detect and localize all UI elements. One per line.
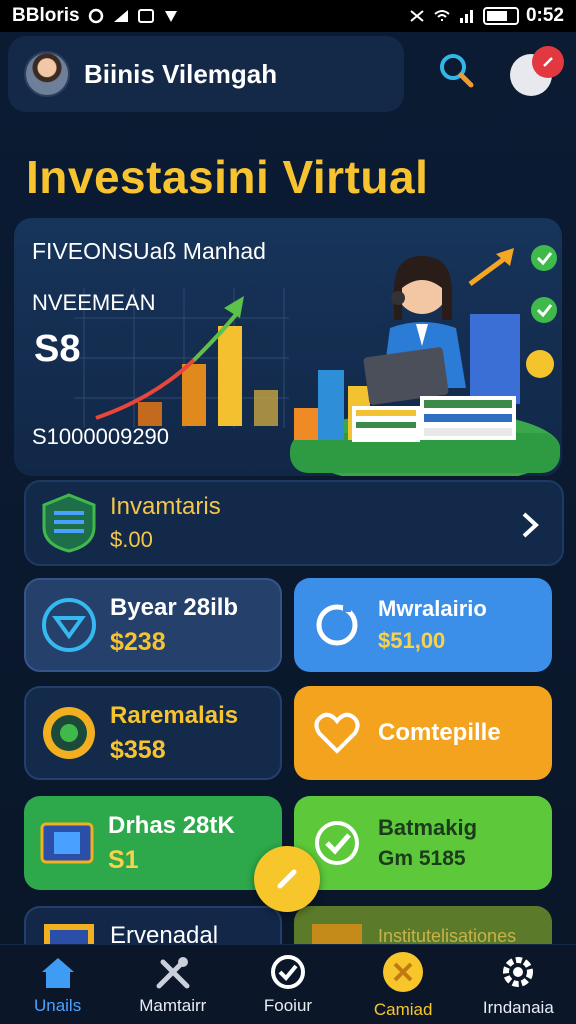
nav-item-check[interactable]: Fooiur [233, 954, 343, 1016]
card-1-value: $238 [110, 627, 166, 656]
shield-list-icon [40, 493, 98, 553]
featured-value: $.00 [110, 527, 153, 552]
coin-icon [383, 951, 424, 992]
card-1-label: Byear 28ilb [110, 593, 239, 621]
investor-illustration [290, 245, 560, 476]
investment-card-5[interactable]: Drhas 28tK S1 [24, 796, 282, 890]
nav-item-settings[interactable]: Irndanaia [463, 952, 573, 1018]
card-5-value: S1 [108, 845, 139, 874]
nav-label-settings: Irndanaia [482, 997, 554, 1017]
check-circle-icon [270, 954, 305, 989]
investment-card-4[interactable]: Comtepille [294, 686, 552, 780]
hero-title: FIVEONSUaß Manhad [32, 238, 266, 264]
sync-icon [88, 8, 103, 24]
investment-card-6[interactable]: Batmakig Gm 5185 [294, 796, 552, 890]
gear-icon [503, 956, 534, 987]
bottom-navigation: Unails Mamtairr Fooiur Camiad Irndanaia [0, 944, 576, 1024]
gear-chip-icon [40, 704, 98, 762]
home-icon [41, 957, 74, 988]
search-button[interactable] [436, 50, 476, 90]
card-5-label: Drhas 28tK [108, 811, 235, 839]
status-bar: BBloris 0:52 [0, 0, 576, 32]
header-title: Biinis Vilemgah [84, 58, 278, 89]
card-6-value: Gm 5185 [378, 847, 466, 870]
clock: 0:52 [525, 5, 564, 26]
avatar[interactable] [24, 51, 70, 97]
search-icon [440, 54, 474, 88]
featured-label: Invamtaris [110, 493, 221, 520]
check-icon [308, 814, 366, 872]
signal-small-icon [113, 10, 128, 22]
app-header: Biinis Vilemgah [8, 36, 404, 112]
card-6-label: Batmakig [378, 815, 478, 840]
nav-label-coin: Camiad [373, 999, 433, 1019]
card-4-label: Comtepille [378, 719, 501, 746]
card-3-label: Raremalais [110, 701, 239, 729]
circle-icon [308, 596, 366, 654]
chip-icon [38, 814, 96, 872]
featured-investment-card[interactable]: Invamtaris $.00 [24, 480, 564, 566]
nav-label-check: Fooiur [263, 995, 313, 1015]
edit-fab-button[interactable] [254, 846, 320, 912]
nav-item-home[interactable]: Unails [3, 954, 113, 1016]
nav-label-home: Unails [33, 995, 82, 1015]
card-2-value: $51,00 [378, 628, 446, 653]
battery-icon [482, 7, 519, 25]
chevron-right-icon [522, 512, 539, 538]
cell-signal-icon [459, 10, 473, 23]
investment-card-3[interactable]: Raremalais $358 [24, 686, 282, 780]
investment-card-2[interactable]: Mwralairio $51,00 [294, 578, 552, 672]
plus-icon [543, 57, 553, 67]
hero-subtitle: NVEEMEAN [32, 290, 156, 315]
hero-value: S8 [34, 328, 81, 370]
page-title: Investasini Virtual [26, 151, 429, 203]
tools-icon [156, 956, 190, 988]
nav-item-coin[interactable]: Camiad [348, 950, 458, 1020]
portfolio-hero-card[interactable]: FIVEONSUaß Manhad NVEEMEAN S8 S100000929… [14, 218, 562, 476]
location-icon [164, 11, 177, 22]
nav-item-tools[interactable]: Mamtairr [118, 954, 228, 1016]
nav-label-tools: Mamtairr [139, 995, 207, 1015]
investment-card-1[interactable]: Byear 28ilb $238 [24, 578, 282, 672]
card-2-label: Mwralairio [378, 596, 487, 621]
heart-icon [308, 704, 366, 762]
mute-icon [410, 10, 424, 22]
card-3-value: $358 [110, 735, 166, 764]
triangle-badge-icon [40, 596, 98, 654]
pencil-icon [277, 869, 297, 889]
wifi-icon [434, 10, 450, 21]
hero-amount: S1000009290 [32, 424, 170, 449]
carrier-label: BBloris [12, 5, 80, 26]
gallery-icon [137, 9, 154, 23]
notification-badge [532, 46, 564, 78]
